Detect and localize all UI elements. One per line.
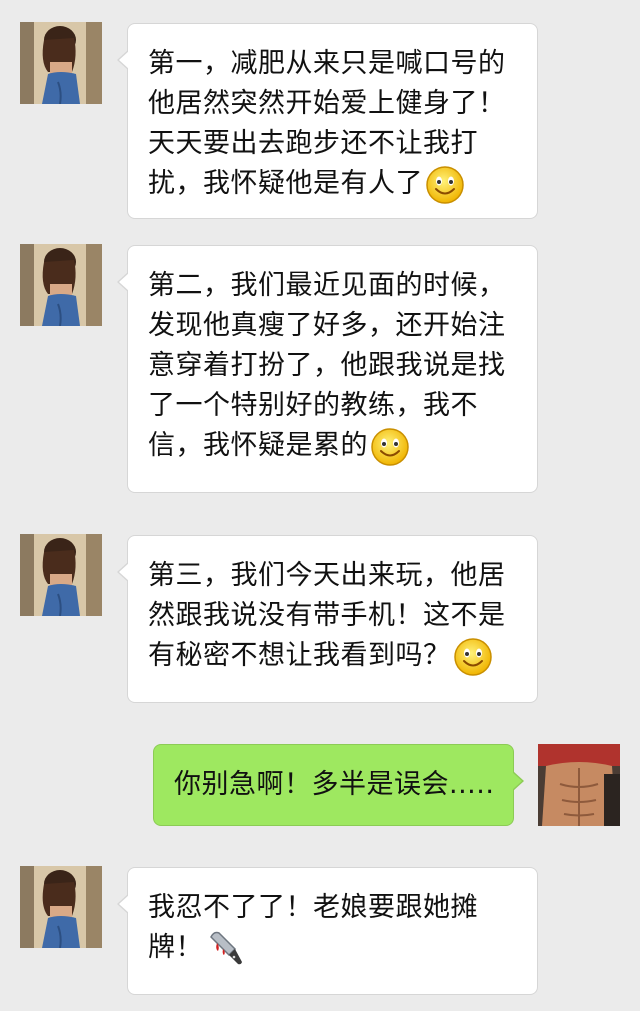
- message-line-last: 有秘密不想让我看到吗？: [148, 636, 525, 677]
- smile-emoji-icon: [453, 637, 493, 677]
- contact-avatar-image: [20, 534, 102, 616]
- message-line-text: 有秘密不想让我看到吗？: [148, 640, 451, 671]
- my-avatar-image: [538, 744, 620, 826]
- kitchen-knife-emoji-icon: [205, 929, 245, 969]
- message-line: 第一，减肥从来只是喊口号的: [148, 48, 506, 79]
- message-line-text: 扰，我怀疑他是有人了: [148, 168, 423, 199]
- message-line: 你别急啊！多半是误会.....: [174, 769, 495, 800]
- smile-emoji-icon: [425, 165, 465, 205]
- message-line-last: 牌！: [148, 928, 525, 969]
- contact-avatar-image: [20, 244, 102, 326]
- message-bubble-5[interactable]: 我忍不了了！老娘要跟她摊 牌！: [117, 867, 538, 995]
- message-line: 然跟我说没有带手机！这不是: [148, 600, 506, 631]
- message-bubble-4[interactable]: 你别急啊！多半是误会.....: [153, 744, 524, 826]
- message-line: 意穿着打扮了，他跟我说是找: [148, 350, 506, 381]
- message-line: 他居然突然开始爱上健身了！: [148, 88, 506, 119]
- message-line-text: 信，我怀疑是累的: [148, 430, 368, 461]
- my-avatar[interactable]: [538, 744, 620, 826]
- contact-avatar[interactable]: [20, 866, 102, 948]
- message-line: 天天要出去跑步还不让我打: [148, 128, 478, 159]
- contact-avatar-image: [20, 866, 102, 948]
- message-line-last: 扰，我怀疑他是有人了: [148, 164, 525, 205]
- contact-avatar[interactable]: [20, 534, 102, 616]
- message-bubble-3[interactable]: 第三，我们今天出来玩，他居 然跟我说没有带手机！这不是 有秘密不想让我看到吗？: [117, 535, 538, 703]
- contact-avatar[interactable]: [20, 244, 102, 326]
- message-line: 第二，我们最近见面的时候，: [148, 270, 506, 301]
- message-line: 发现他真瘦了好多，还开始注: [148, 310, 506, 341]
- message-line-last: 信，我怀疑是累的: [148, 426, 525, 467]
- message-line: 第三，我们今天出来玩，他居: [148, 560, 506, 591]
- contact-avatar[interactable]: [20, 22, 102, 104]
- message-line: 我忍不了了！老娘要跟她摊: [148, 892, 478, 923]
- smile-emoji-icon: [370, 427, 410, 467]
- message-line-text: 牌！: [148, 932, 203, 963]
- message-line: 了一个特别好的教练，我不: [148, 390, 478, 421]
- message-bubble-1[interactable]: 第一，减肥从来只是喊口号的 他居然突然开始爱上健身了！ 天天要出去跑步还不让我打…: [117, 23, 538, 219]
- message-bubble-2[interactable]: 第二，我们最近见面的时候， 发现他真瘦了好多，还开始注 意穿着打扮了，他跟我说是…: [117, 245, 538, 493]
- contact-avatar-image: [20, 22, 102, 104]
